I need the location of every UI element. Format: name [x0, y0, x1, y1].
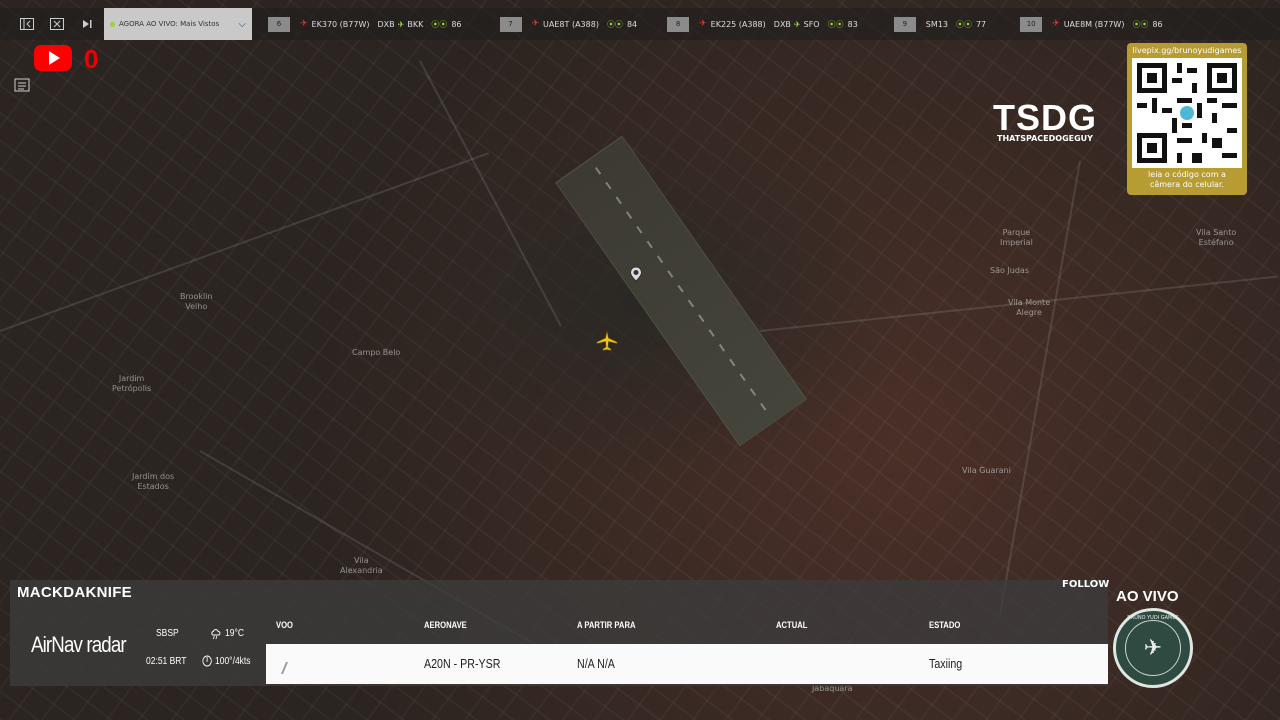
wind-icon	[202, 655, 212, 670]
chip-count: 84	[626, 19, 638, 29]
plane-icon: ✈	[699, 19, 707, 29]
chip-count: 86	[451, 19, 462, 29]
airport-code: SBSP	[156, 628, 179, 639]
binoculars-icon: ⦿⦿	[827, 19, 844, 29]
header-flight: VOO	[276, 620, 294, 630]
map-label: Jardim dos Estados	[132, 472, 175, 491]
table-row[interactable]: A20N - PR-YSR N/A N/A Taxiing	[266, 644, 1108, 684]
chip-code: UAE8T (A388)	[543, 19, 599, 29]
flight-info-panel: MACKDAKNIFE FOLLOW AirNav radar SBSP 19°…	[10, 579, 1109, 686]
chip-count: 77	[975, 19, 987, 29]
chip-code: EK370 (B77W)	[311, 19, 370, 29]
chip-count: 86	[1152, 19, 1163, 29]
airport-runway	[555, 135, 807, 447]
badge-text: BRUNO YUDI GAMES	[1127, 615, 1179, 621]
binoculars-icon: ⦿⦿	[955, 19, 972, 29]
list-panel-icon[interactable]	[14, 78, 30, 92]
now-live-label: AGORA AO VIVO: Mais Vistos	[119, 20, 220, 28]
cell-from-to: N/A N/A	[577, 656, 615, 671]
aircraft-icon[interactable]	[596, 330, 618, 352]
cell-aircraft: A20N - PR-YSR	[424, 656, 501, 671]
map-label: Jardim Petrópolis	[112, 374, 152, 393]
wind: 100°/4kts	[215, 656, 251, 667]
chip-rank: 9	[893, 16, 916, 32]
channel-logo: TSDG THATSPACEDOGEGUY	[980, 100, 1110, 150]
plane-icon: ✈	[531, 19, 540, 29]
plane-icon: ✈	[1052, 19, 1060, 29]
map-label: Vila Santo Estéfano	[1196, 228, 1237, 247]
close-window-icon[interactable]	[42, 8, 72, 40]
plane-icon: ✈	[300, 19, 308, 29]
map-label: Vila Guarani	[962, 466, 1011, 475]
airnav-logo: AirNav radar	[31, 632, 127, 657]
qr-code-icon	[1132, 58, 1242, 168]
chip-code: EK225 (A388)	[710, 19, 766, 29]
binoculars-icon: ⦿⦿	[431, 19, 448, 29]
chip-to: BKK	[407, 19, 424, 29]
binoculars-icon: ⦿⦿	[1132, 19, 1149, 29]
top-toolbar: AGORA AO VIVO: Mais Vistos ⌵ 6 ✈ EK370 (…	[0, 8, 1280, 40]
airplane-badge-icon: ✈	[1125, 620, 1181, 676]
airport-pin-icon[interactable]	[629, 266, 643, 282]
header-actual: ACTUAL	[776, 620, 808, 630]
map-label: Parque Imperial	[1000, 228, 1033, 247]
map-label: Vila Monte Alegre	[1008, 298, 1051, 317]
chip-from: DXB	[377, 19, 395, 29]
chip-count: 83	[847, 19, 858, 29]
now-live-dropdown[interactable]: AGORA AO VIVO: Mais Vistos ⌵	[104, 8, 252, 40]
airline-logo-icon	[280, 659, 288, 678]
map-label: Brooklin Velho	[180, 292, 213, 311]
weather-icon	[210, 626, 222, 643]
logo-main: TSDG	[992, 97, 1097, 138]
chip-code: UAE8M (B77W)	[1063, 19, 1125, 29]
qr-caption: leia o código com a câmera do celular.	[1148, 170, 1226, 189]
arrow-right-icon: ✈	[397, 19, 405, 29]
youtube-icon	[34, 45, 72, 71]
header-from-to: A PARTIR PARA	[577, 620, 636, 630]
road	[0, 152, 489, 332]
callsign: MACKDAKNIFE	[17, 584, 132, 601]
road	[419, 60, 562, 327]
logo-sub: THATSPACEDOGEGUY	[997, 134, 1093, 143]
header-status: ESTADO	[929, 620, 961, 630]
map-label: Campo Belo	[352, 348, 401, 357]
donation-qr-card: livepix.gg/brunoyudigames leia o código …	[1127, 43, 1247, 195]
channel-badge: BRUNO YUDI GAMES ✈	[1113, 608, 1193, 688]
live-label: AO VIVO	[1116, 588, 1179, 605]
temperature: 19°C	[225, 628, 244, 639]
map-label: São Judas	[990, 266, 1029, 275]
chevron-down-icon: ⌵	[238, 18, 246, 30]
binoculars-icon: ⦿⦿	[606, 19, 623, 29]
live-dot-icon	[110, 21, 115, 27]
qr-url: livepix.gg/brunoyudigames	[1132, 46, 1242, 55]
map-label: Vila Alexandria	[340, 556, 383, 575]
chip-rank: 8	[667, 16, 690, 32]
local-time: 02:51 BRT	[146, 656, 187, 667]
chip-from: DXB	[773, 19, 791, 29]
youtube-counter: 0	[84, 44, 99, 74]
follow-button[interactable]: FOLLOW	[1062, 579, 1109, 590]
flight-chip[interactable]: 7 ✈ UAE8T (A388) ⦿⦿ 84	[499, 8, 638, 40]
skip-next-icon[interactable]	[72, 8, 102, 40]
chip-rank: 6	[268, 16, 290, 32]
flight-chip[interactable]: 9 SM13 ⦿⦿ 77	[893, 8, 987, 40]
chip-rank: 10	[1020, 16, 1043, 32]
header-aircraft: AERONAVE	[424, 620, 467, 630]
flight-chip[interactable]: 10 ✈ UAE8M (B77W) ⦿⦿ 86	[1020, 8, 1163, 40]
arrow-right-icon: ✈	[793, 19, 801, 29]
chip-to: SFO	[803, 19, 820, 29]
flight-chip[interactable]: 6 ✈ EK370 (B77W) DXB ✈ BKK ⦿⦿ 86	[268, 8, 462, 40]
chip-code: SM13	[925, 19, 948, 29]
collapse-sidebar-icon[interactable]	[12, 8, 42, 40]
cell-status: Taxiing	[929, 656, 963, 671]
chip-rank: 7	[499, 16, 522, 32]
flight-chip[interactable]: 8 ✈ EK225 (A388) DXB ✈ SFO ⦿⦿ 83	[667, 8, 858, 40]
